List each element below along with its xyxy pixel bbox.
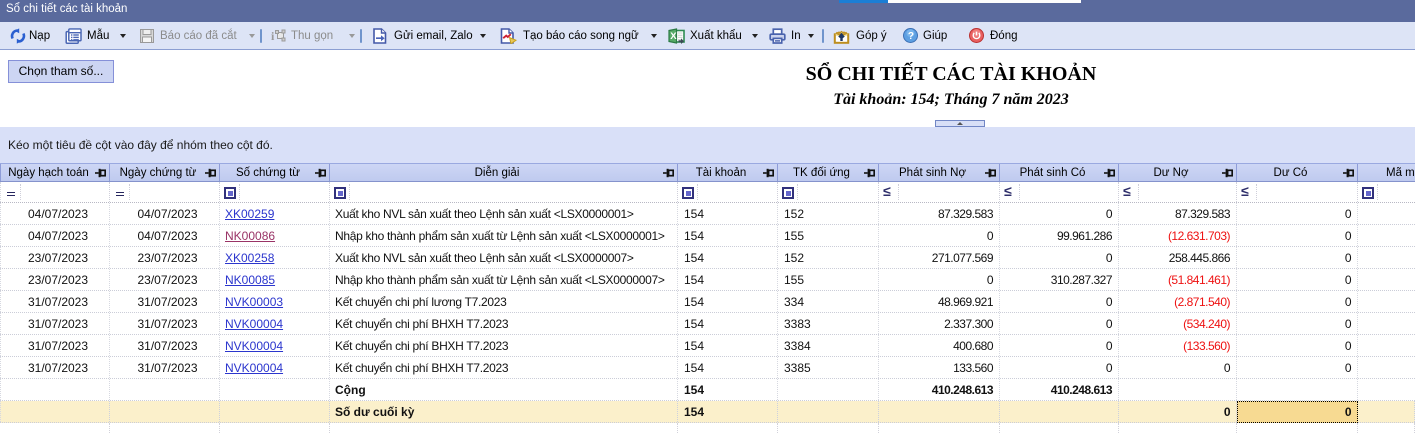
svg-text:?: ?: [908, 31, 914, 42]
svg-text:X: X: [670, 31, 677, 42]
svg-text:i: i: [271, 29, 275, 43]
